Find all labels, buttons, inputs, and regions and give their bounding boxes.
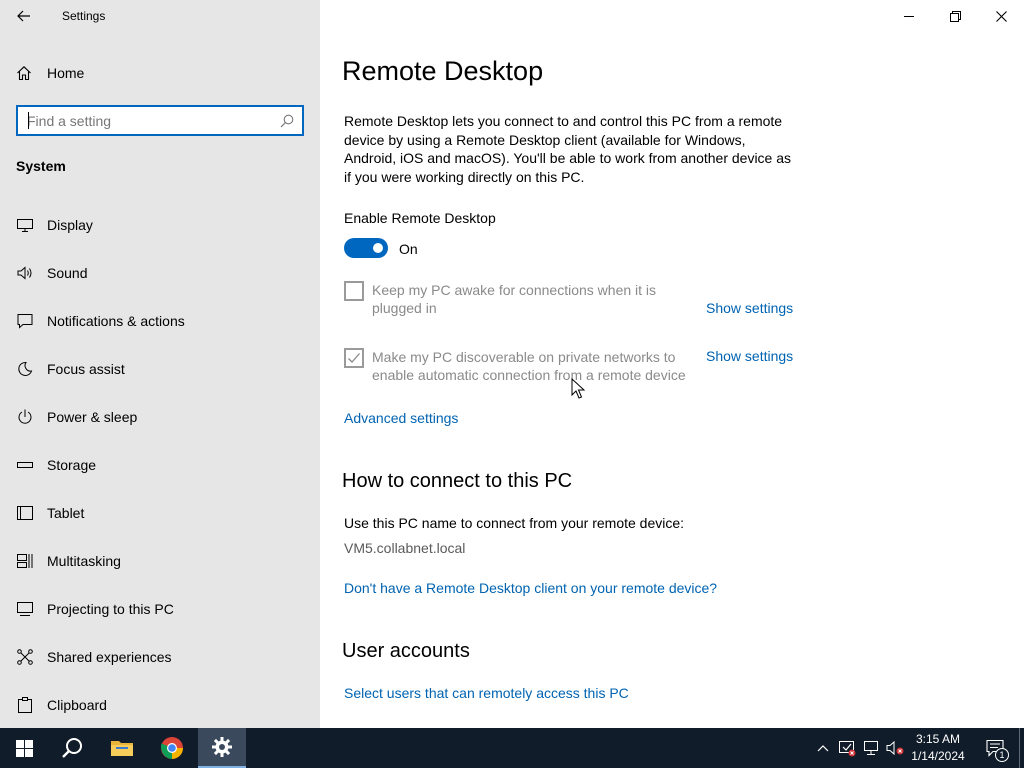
power-icon [16, 408, 34, 426]
home-label: Home [47, 65, 85, 81]
tablet-icon [16, 504, 34, 522]
page-title: Remote Desktop [342, 56, 544, 86]
shared-experiences-icon [16, 648, 34, 666]
show-hidden-icons-button[interactable] [813, 738, 833, 758]
volume-muted-icon [886, 740, 904, 756]
close-button[interactable] [978, 0, 1024, 32]
minimize-button[interactable] [886, 0, 932, 32]
display-icon [16, 216, 34, 234]
sidebar-nav: Display Sound Notifications & actions Fo… [0, 201, 320, 729]
clock-time: 3:15 AM [915, 732, 961, 746]
sidebar-item-label: Power & sleep [47, 409, 138, 425]
sound-icon [16, 264, 34, 282]
text-caret [28, 112, 29, 129]
network-tray-button[interactable] [861, 738, 881, 758]
clipboard-icon [16, 696, 34, 714]
action-center-button[interactable]: 1 [978, 728, 1012, 768]
sidebar-item-power-sleep[interactable]: Power & sleep [0, 393, 320, 441]
toggle-state-label: On [399, 241, 418, 257]
discoverable-label: Make my PC discoverable on private netwo… [372, 349, 686, 383]
mouse-cursor-icon [571, 378, 585, 399]
security-warning-icon [839, 741, 856, 757]
enable-remote-desktop-label: Enable Remote Desktop [344, 210, 496, 226]
file-explorer-button[interactable] [98, 728, 146, 768]
sidebar-item-label: Focus assist [47, 361, 125, 377]
multitasking-icon [16, 552, 34, 570]
search-box[interactable] [16, 105, 304, 136]
sidebar-item-label: Sound [47, 265, 88, 281]
restore-icon [949, 10, 961, 22]
keep-awake-label: Keep my PC awake for connections when it… [372, 282, 657, 316]
sidebar-item-multitasking[interactable]: Multitasking [0, 537, 320, 585]
connect-heading: How to connect to this PC [342, 470, 573, 492]
storage-icon [16, 456, 34, 474]
taskbar-search-button[interactable] [48, 728, 96, 768]
close-icon [995, 10, 1007, 22]
sidebar-item-sound[interactable]: Sound [0, 249, 320, 297]
keep-awake-checkbox[interactable] [344, 281, 364, 301]
enable-remote-desktop-toggle[interactable] [344, 238, 388, 258]
sidebar-item-projecting[interactable]: Projecting to this PC [0, 585, 320, 633]
sidebar-item-label: Clipboard [47, 697, 107, 713]
sidebar-item-display[interactable]: Display [0, 201, 320, 249]
settings-taskbar-button[interactable] [198, 728, 246, 768]
sidebar-item-label: Shared experiences [47, 649, 172, 665]
sidebar-item-tablet[interactable]: Tablet [0, 489, 320, 537]
no-client-link[interactable]: Don't have a Remote Desktop client on yo… [344, 580, 717, 596]
notification-count-badge: 1 [995, 748, 1009, 762]
search-icon[interactable] [280, 114, 294, 128]
chrome-icon [161, 737, 183, 759]
chrome-button[interactable] [148, 728, 196, 768]
section-label-system: System [16, 158, 66, 174]
sidebar-item-focus-assist[interactable]: Focus assist [0, 345, 320, 393]
minimize-icon [904, 16, 914, 17]
start-button[interactable] [0, 728, 48, 768]
sidebar-item-label: Notifications & actions [47, 313, 185, 329]
back-arrow-icon [17, 10, 30, 22]
discoverable-show-settings-link[interactable]: Show settings [706, 348, 793, 364]
show-desktop-button[interactable] [1019, 728, 1024, 768]
sidebar-item-home[interactable]: Home [16, 61, 84, 85]
file-explorer-icon [111, 741, 133, 756]
projecting-icon [16, 600, 34, 618]
clock-date: 1/14/2024 [911, 749, 965, 763]
network-icon [864, 741, 878, 755]
volume-tray-button[interactable] [885, 738, 905, 758]
app-title: Settings [62, 9, 106, 23]
restore-button[interactable] [932, 0, 978, 32]
sidebar-item-label: Tablet [47, 505, 85, 521]
discoverable-checkbox[interactable] [344, 348, 364, 368]
taskbar: 3:15 AM 1/14/2024 1 [0, 728, 1024, 768]
home-icon [17, 66, 31, 81]
sidebar-item-shared-experiences[interactable]: Shared experiences [0, 633, 320, 681]
gear-icon [212, 737, 232, 757]
back-button[interactable] [12, 4, 36, 28]
sidebar: Settings Home System Display Sound Notif… [0, 0, 320, 728]
select-users-link[interactable]: Select users that can remotely access th… [344, 685, 629, 701]
security-tray-button[interactable] [837, 738, 857, 758]
sidebar-item-clipboard[interactable]: Clipboard [0, 681, 320, 729]
notifications-icon [16, 312, 34, 330]
keep-awake-show-settings-link[interactable]: Show settings [706, 300, 793, 316]
chevron-up-icon [817, 745, 829, 752]
search-icon [62, 738, 82, 758]
connect-instructions: Use this PC name to connect from your re… [344, 515, 685, 531]
sidebar-item-label: Multitasking [47, 553, 121, 569]
sidebar-item-notifications[interactable]: Notifications & actions [0, 297, 320, 345]
windows-logo-icon [15, 739, 33, 757]
pc-name-value: VM5.collabnet.local [344, 540, 466, 556]
sidebar-item-label: Display [47, 217, 93, 233]
description-text: Remote Desktop lets you connect to and c… [344, 113, 792, 185]
checkmark-icon [348, 353, 360, 363]
toggle-knob [373, 243, 383, 253]
sidebar-item-label: Storage [47, 457, 97, 473]
sidebar-item-label: Projecting to this PC [47, 601, 174, 617]
taskbar-clock[interactable]: 3:15 AM 1/14/2024 [905, 731, 971, 765]
user-accounts-heading: User accounts [342, 640, 470, 662]
advanced-settings-link[interactable]: Advanced settings [344, 410, 458, 426]
sidebar-item-storage[interactable]: Storage [0, 441, 320, 489]
moon-icon [16, 360, 34, 378]
search-input[interactable] [18, 107, 266, 134]
